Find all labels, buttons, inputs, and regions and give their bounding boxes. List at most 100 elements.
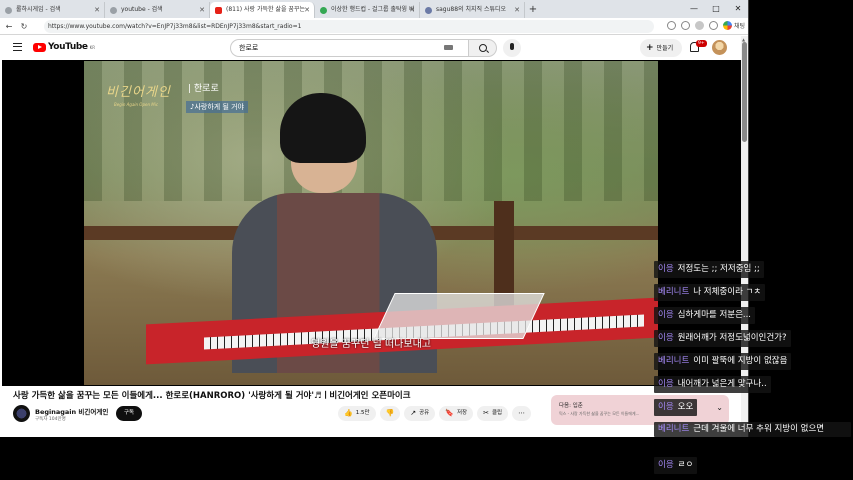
chat-message: 베리니트 이미 팔뚝에 지방이 없잖음	[654, 353, 792, 370]
tab-strip: 롤하시게임 - 검색 ✕ youtube - 검색 ✕ (811) 사랑 가득한…	[0, 0, 748, 18]
chat-nick: 이응	[658, 402, 674, 412]
create-button[interactable]: + 만들기	[640, 39, 682, 57]
tab-label: sagu88의 치지직 스튜디오	[436, 6, 507, 13]
tab-close-icon[interactable]: ✕	[199, 2, 205, 18]
region-label: KR	[89, 44, 95, 50]
up-next-card[interactable]: 다음: 입춘 믹스 - 사랑 가득한 삶을 꿈꾸는 모든 이들에게... ⌄	[551, 395, 729, 425]
subscriber-count: 구독자 104만명	[35, 417, 66, 422]
reload-icon[interactable]: ↻	[18, 22, 30, 31]
song-title-tag: ♪사랑하게 될 거야	[186, 101, 248, 113]
tab-label: (811) 사랑 가득한 삶을 꿈꾸는	[226, 6, 305, 13]
maximize-button[interactable]: □	[705, 0, 727, 18]
star-icon[interactable]	[680, 21, 690, 30]
tab-close-icon[interactable]: ✕	[94, 2, 100, 18]
chevron-down-icon[interactable]: ⌄	[716, 403, 723, 412]
clip-label: 클립	[491, 410, 503, 416]
chat-message: 베리니트 근데 겨울에 너무 추워 지방이 없으면	[654, 422, 851, 437]
window-controls: — □ ✕	[683, 0, 748, 18]
chat-text: ㄹㅇ	[677, 460, 694, 470]
keyboard-icon[interactable]	[444, 45, 453, 50]
tab-studio[interactable]: sagu88의 치지직 스튜디오 ✕	[420, 2, 525, 18]
chat-message: 이응 심하게마를 저분은...	[654, 307, 756, 324]
chat-text: 이미 팔뚝에 지방이 없잖음	[693, 356, 788, 366]
new-tab-button[interactable]: +	[525, 2, 541, 18]
more-icon: ⋯	[518, 409, 526, 417]
share-button[interactable]: ↗ 공유	[404, 406, 436, 421]
search-input[interactable]: 한로로	[230, 39, 468, 57]
youtube-wordmark: YouTube	[48, 42, 88, 52]
chat-nick: 베리니트	[658, 287, 690, 297]
back-arrow-icon[interactable]: ←	[3, 22, 15, 31]
screen: 롤하시게임 - 검색 ✕ youtube - 검색 ✕ (811) 사랑 가득한…	[0, 0, 853, 480]
chat-profile-label: 채팅	[733, 23, 745, 30]
mic-icon[interactable]	[503, 39, 521, 57]
chat-nick: 이응	[658, 333, 674, 343]
tab-youtube-video[interactable]: (811) 사랑 가득한 삶을 꿈꾸는 ✕	[210, 2, 315, 18]
chat-text: 원래어깨가 저정도넓이인건가?	[677, 333, 787, 343]
plus-icon: +	[646, 43, 654, 53]
subscribe-button[interactable]: 구독	[116, 406, 142, 421]
chat-text: 내어깨가 넓은게 맞구나..	[677, 379, 767, 389]
video-subtitle: 영원을 꿈꾸던 널 떠나보내고	[311, 339, 431, 350]
chat-nick: 베리니트	[658, 356, 690, 366]
tab-search-1[interactable]: 롤하시게임 - 검색 ✕	[0, 2, 105, 18]
video-actions: 👍 1.5만 👎 ↗ 공유 🔖 저장 ✂ 클립 ⋯	[338, 406, 532, 421]
program-logo-sub: Begin Again Open Mic	[114, 102, 159, 107]
chat-message: 이응 오오	[654, 399, 698, 416]
youtube-header: YouTube KR 한로로 + 만들기 9+	[0, 36, 741, 60]
tab-close-icon[interactable]: ✕	[409, 2, 415, 18]
chrome-icon	[722, 21, 732, 30]
youtube-icon	[215, 7, 222, 14]
url-field[interactable]: https://www.youtube.com/watch?v=EnJP7j33…	[44, 20, 654, 33]
channel-name[interactable]: Beginagain 비긴어게인	[35, 406, 108, 416]
dislike-icon: 👎	[385, 409, 395, 417]
close-window-button[interactable]: ✕	[727, 0, 748, 18]
bookmark-icon: 🔖	[445, 409, 454, 417]
tab-close-icon[interactable]: ✕	[304, 2, 310, 18]
menu-icon[interactable]	[13, 43, 22, 51]
tab-label: youtube - 검색	[121, 6, 163, 13]
game-icon	[320, 7, 327, 14]
more-button[interactable]: ⋯	[512, 406, 532, 421]
youtube-play-icon	[33, 42, 46, 52]
search-button[interactable]	[468, 39, 497, 57]
chat-profile[interactable]: 채팅	[722, 21, 745, 30]
share-icon: ↗	[410, 409, 417, 417]
like-button[interactable]: 👍 1.5만	[338, 406, 376, 421]
scrollbar-thumb[interactable]	[742, 42, 747, 142]
tab-game[interactable]: 이상한 행드컵 - 걸그룹 출탁윙 비 ✕	[315, 2, 420, 18]
tab-label: 이상한 행드컵 - 걸그룹 출탁윙 비	[331, 6, 415, 13]
youtube-logo[interactable]: YouTube KR	[33, 42, 95, 52]
minimize-button[interactable]: —	[683, 0, 705, 18]
tab-close-icon[interactable]: ✕	[514, 2, 520, 18]
up-next-label: 다음: 입춘	[559, 403, 583, 409]
chat-message: 이응 내어깨가 넓은게 맞구나..	[654, 376, 771, 393]
clip-button[interactable]: ✂ 클립	[477, 406, 509, 421]
chat-nick: 이응	[658, 379, 674, 389]
chat-text: 근데 겨울에 너무 추워 지방이 없으면	[693, 424, 825, 434]
chat-nick: 이응	[658, 264, 674, 274]
extensions-icon[interactable]	[708, 21, 718, 30]
chat-message: 베리니트 나 저체중이라 ㄱㅊ	[654, 284, 766, 301]
browser-window: 롤하시게임 - 검색 ✕ youtube - 검색 ✕ (811) 사랑 가득한…	[0, 0, 749, 437]
studio-icon	[425, 7, 432, 14]
chat-text: 나 저체중이라 ㄱㅊ	[693, 287, 762, 297]
chat-nick: 베리니트	[658, 424, 690, 434]
dislike-button[interactable]: 👎	[379, 406, 401, 421]
translate-icon[interactable]	[666, 21, 676, 30]
notification-badge: 9+	[696, 40, 707, 47]
chat-text: 저정도는 ;; 저저중임 ;;	[677, 264, 760, 274]
tab-search-2[interactable]: youtube - 검색 ✕	[105, 2, 210, 18]
video-title: 사랑 가득한 삶을 꿈꾸는 모든 이들에게... 한로로(HANRORO) '사…	[13, 391, 411, 401]
toolbar-icons: 채팅	[666, 21, 745, 30]
video-frame[interactable]: 비긴어게인 Begin Again Open Mic | 한로로 ♪사랑하게 될…	[84, 61, 658, 385]
account-avatar[interactable]	[712, 40, 727, 55]
save-button[interactable]: 🔖 저장	[439, 406, 474, 421]
chat-nick: 이응	[658, 310, 674, 320]
search-icon	[5, 7, 12, 14]
profile-avatar-icon[interactable]	[694, 21, 704, 30]
search-icon	[110, 7, 117, 14]
channel-avatar[interactable]	[13, 405, 30, 422]
program-logo: 비긴어게인	[106, 85, 171, 100]
chat-text: 심하게마를 저분은...	[677, 310, 752, 320]
